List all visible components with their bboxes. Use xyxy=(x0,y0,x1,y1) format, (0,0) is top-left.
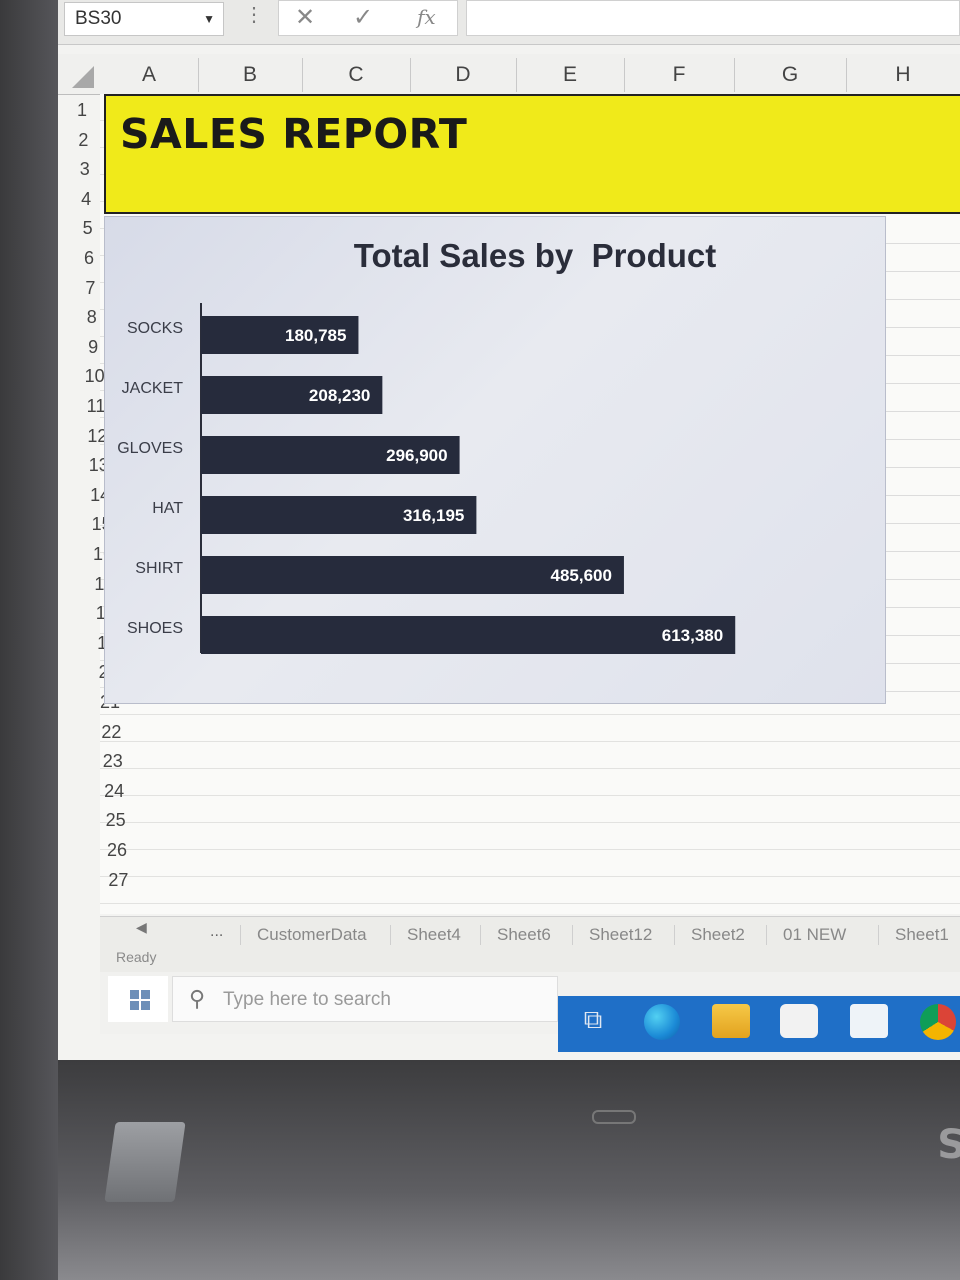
name-box-value: BS30 xyxy=(75,8,122,29)
row-header[interactable]: 1 xyxy=(62,100,102,121)
task-view-icon[interactable]: ⧉ xyxy=(574,1004,612,1038)
select-all-button[interactable] xyxy=(72,66,94,88)
sheet-tab[interactable]: 01 NEW xyxy=(766,925,846,945)
edge-icon[interactable] xyxy=(644,1004,680,1040)
close-icon[interactable]: ✕ xyxy=(295,3,315,32)
column-header-row: A B C D E F G H xyxy=(58,54,960,95)
file-explorer-icon[interactable] xyxy=(712,1004,750,1038)
report-title: SALES REPORT xyxy=(120,110,468,158)
start-button[interactable] xyxy=(108,976,168,1022)
check-icon[interactable]: ✓ xyxy=(353,3,373,32)
mail-icon[interactable] xyxy=(850,1004,888,1038)
chart-area[interactable]: Total Sales by Product SOCKS 180,785 JACKE… xyxy=(104,216,886,704)
insert-function-button[interactable]: fx xyxy=(417,5,436,29)
row-header[interactable]: 25 xyxy=(96,810,136,831)
grid-cells-right[interactable] xyxy=(886,216,960,704)
formula-buttons: ✕ ✓ fx xyxy=(278,0,458,36)
column-header[interactable]: A xyxy=(100,58,199,92)
formula-input[interactable] xyxy=(466,0,960,36)
row-header[interactable]: 2 xyxy=(63,130,103,151)
windows-icon xyxy=(130,990,150,1010)
sheet-tab[interactable]: Sheet4 xyxy=(390,925,461,945)
row-header[interactable]: 23 xyxy=(93,751,133,772)
sheet-tab[interactable]: Sheet1 xyxy=(878,925,949,945)
more-options-icon[interactable]: ⋮ xyxy=(244,2,264,27)
row-header[interactable]: 27 xyxy=(98,870,138,891)
category-label: GLOVES xyxy=(117,440,183,457)
chrome-icon[interactable] xyxy=(920,1004,956,1040)
row-header[interactable]: 4 xyxy=(66,189,106,210)
bar-chart: Total Sales by Product SOCKS 180,785 JACKE… xyxy=(117,237,736,654)
row-header[interactable]: 24 xyxy=(94,781,134,802)
category-label: SHOES xyxy=(127,620,183,637)
data-label: 485,600 xyxy=(550,566,611,585)
sheet-tab[interactable]: Sheet12 xyxy=(572,925,652,945)
tab-scroll-left-icon[interactable]: ◀ xyxy=(136,919,147,936)
sheet-tab[interactable]: Sheet2 xyxy=(674,925,745,945)
category-label: HAT xyxy=(152,500,183,517)
row-header[interactable]: 26 xyxy=(97,840,137,861)
column-header[interactable]: C xyxy=(302,58,411,92)
title-band[interactable]: SALES REPORT xyxy=(104,94,960,214)
laptop-slot xyxy=(592,1110,636,1124)
status-text: Ready xyxy=(116,949,157,965)
category-label: SHIRT xyxy=(135,560,183,577)
column-header[interactable]: H xyxy=(846,58,960,92)
data-label: 296,900 xyxy=(386,446,447,465)
formula-bar: BS30 ▼ ⋮ ✕ ✓ fx xyxy=(58,0,960,45)
laptop-brand: S xyxy=(937,1122,960,1168)
bars-group: SOCKS 180,785 JACKET 208,230 GLOVES 296,900 HA… xyxy=(117,316,736,654)
screen: BS30 ▼ ⋮ ✕ ✓ fx A B C D E F G H 12345678… xyxy=(0,0,960,1060)
row-header[interactable]: 3 xyxy=(65,159,105,180)
laptop-hinge xyxy=(104,1122,186,1202)
sheet-tab-bar: ◀ ... CustomerData Sheet4 Sheet6 Sheet12… xyxy=(100,916,960,973)
column-header[interactable]: D xyxy=(410,58,517,92)
taskbar-search[interactable]: ⚲ Type here to search xyxy=(172,976,558,1022)
row-header[interactable]: 22 xyxy=(91,722,131,743)
category-label: SOCKS xyxy=(127,320,183,337)
column-header[interactable]: E xyxy=(516,58,625,92)
bar[interactable] xyxy=(201,616,736,654)
tab-more-button[interactable]: ... xyxy=(210,923,223,941)
chevron-down-icon[interactable]: ▼ xyxy=(203,3,215,35)
store-icon[interactable] xyxy=(780,1004,818,1038)
row-header[interactable]: 6 xyxy=(69,248,109,269)
search-icon: ⚲ xyxy=(189,986,206,1011)
screen-bezel xyxy=(0,0,58,1280)
name-box[interactable]: BS30 ▼ xyxy=(64,2,224,36)
data-label: 208,230 xyxy=(309,386,370,405)
taskbar-app-strip: ⧉ xyxy=(558,996,960,1052)
data-label: 316,195 xyxy=(403,506,464,525)
column-header[interactable]: F xyxy=(624,58,735,92)
data-label: 613,380 xyxy=(662,626,723,645)
column-header[interactable]: G xyxy=(734,58,847,92)
column-header[interactable]: B xyxy=(198,58,303,92)
row-header[interactable]: 5 xyxy=(68,218,108,239)
data-label: 180,785 xyxy=(285,326,346,345)
sheet-tab[interactable]: CustomerData xyxy=(240,925,367,945)
sheet-tab[interactable]: Sheet6 xyxy=(480,925,551,945)
chart-title: Total Sales by Product xyxy=(354,237,716,274)
category-label: JACKET xyxy=(122,380,184,397)
search-placeholder: Type here to search xyxy=(223,989,391,1010)
